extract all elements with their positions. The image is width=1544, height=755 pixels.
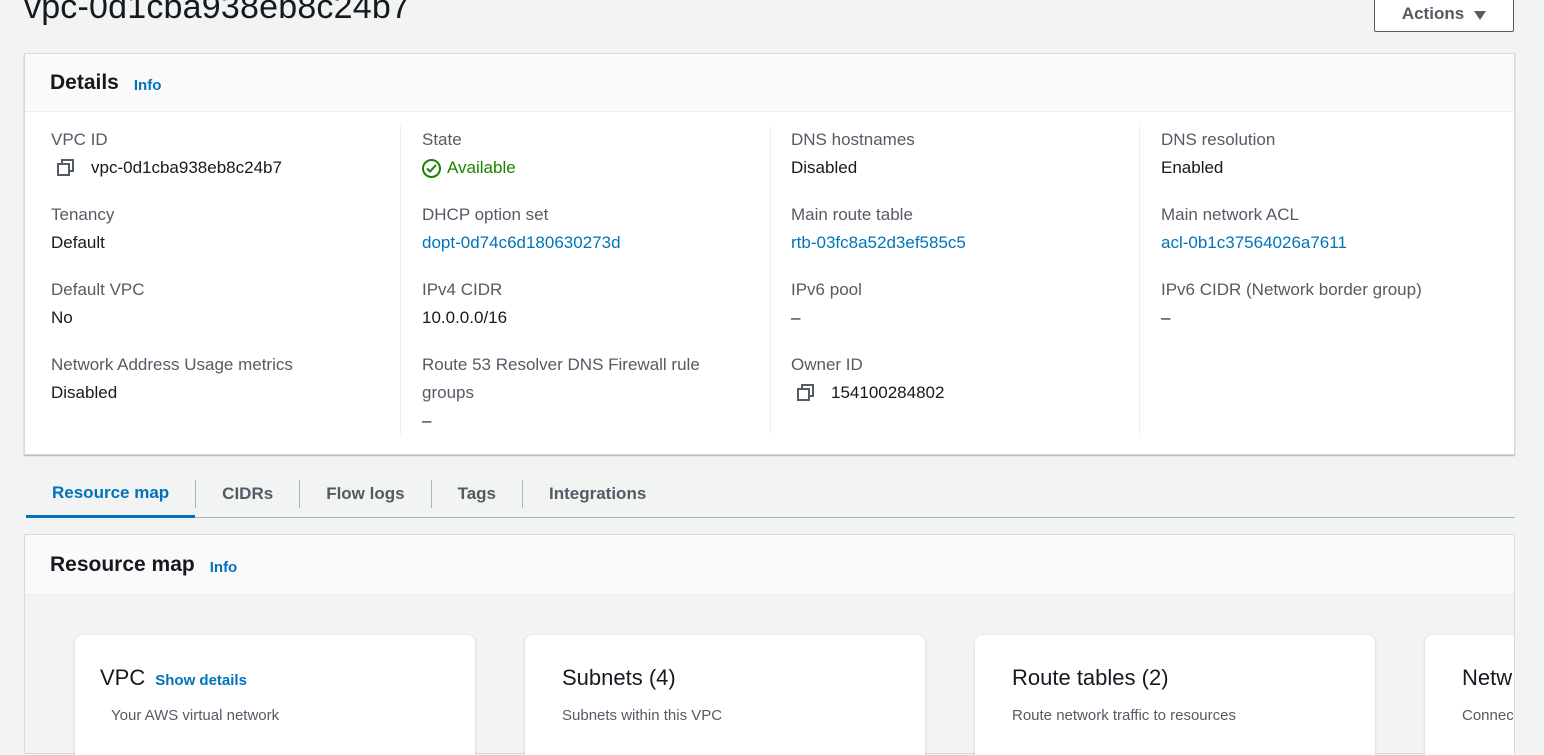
field-value: – <box>422 411 432 430</box>
field-label: Owner ID <box>791 355 863 374</box>
dhcp-option-set-link[interactable]: dopt-0d74c6d180630273d <box>422 229 752 257</box>
tab-flow-logs[interactable]: Flow logs <box>300 470 430 517</box>
details-panel: Details Info VPC ID vpc-0d1cba938eb8c24b… <box>24 53 1515 455</box>
field-value: vpc-0d1cba938eb8c24b7 <box>51 154 381 182</box>
node-subtitle: Route network traffic to resources <box>1012 707 1236 724</box>
subnets-node: Subnets (4) Subnets within this VPC <box>525 635 925 755</box>
field-value: Disabled <box>791 158 858 177</box>
node-title: VPC Show details <box>100 665 247 691</box>
field-tenancy: Tenancy Default <box>51 201 381 257</box>
field-label: IPv4 CIDR <box>422 280 503 299</box>
column-divider <box>770 126 771 434</box>
field-network-address-usage: Network Address Usage metrics Disabled <box>51 351 381 407</box>
column-divider <box>400 126 401 434</box>
tab-resource-map[interactable]: Resource map <box>26 470 196 518</box>
copy-icon[interactable] <box>56 158 76 178</box>
tab-integrations[interactable]: Integrations <box>523 470 672 517</box>
node-subtitle: Subnets within this VPC <box>562 707 723 724</box>
field-main-route-table: Main route table rtb-03fc8a52d3ef585c5 <box>791 201 1121 257</box>
field-label: Tenancy <box>51 205 115 224</box>
resource-map-panel: Resource map Info VPC Show details Your … <box>24 534 1515 755</box>
field-value: 154100284802 <box>791 379 1121 407</box>
column-divider <box>1139 126 1140 434</box>
field-value: – <box>791 308 801 327</box>
field-label: DHCP option set <box>422 205 549 224</box>
main-network-acl-link[interactable]: acl-0b1c37564026a7611 <box>1161 229 1491 257</box>
field-label: DNS hostnames <box>791 130 915 149</box>
field-owner-id: Owner ID 154100284802 <box>791 351 1121 407</box>
network-connections-node: Netw Connect <box>1425 635 1514 755</box>
actions-button[interactable]: Actions <box>1374 0 1514 32</box>
field-label: Route 53 Resolver DNS Firewall rule grou… <box>422 355 700 402</box>
tab-tags[interactable]: Tags <box>432 470 522 517</box>
node-title-text: VPC <box>100 665 146 690</box>
field-label: Default VPC <box>51 280 145 299</box>
field-state: State Available <box>422 126 752 182</box>
show-details-link[interactable]: Show details <box>155 672 247 689</box>
node-title: Route tables (2) <box>1012 665 1169 691</box>
field-value: No <box>51 308 73 327</box>
node-title-text: Route tables (2) <box>1012 665 1169 690</box>
resource-map-info-link[interactable]: Info <box>210 559 238 576</box>
field-value: Available <box>422 154 752 182</box>
field-dns-resolution: DNS resolution Enabled <box>1161 126 1491 182</box>
field-ipv4-cidr: IPv4 CIDR 10.0.0.0/16 <box>422 276 752 332</box>
field-vpc-id: VPC ID vpc-0d1cba938eb8c24b7 <box>51 126 381 182</box>
details-title: Details <box>50 70 119 94</box>
resource-map-canvas: VPC Show details Your AWS virtual networ… <box>25 595 1514 755</box>
field-ipv6-cidr: IPv6 CIDR (Network border group) – <box>1161 276 1491 332</box>
field-value: Default <box>51 233 105 252</box>
field-main-network-acl: Main network ACL acl-0b1c37564026a7611 <box>1161 201 1491 257</box>
field-label: IPv6 pool <box>791 280 862 299</box>
node-title: Netw <box>1462 665 1512 691</box>
page-title: vpc-0d1cba938eb8c24b7 <box>24 0 411 26</box>
state-value: Available <box>447 158 516 177</box>
field-label: Main route table <box>791 205 913 224</box>
field-label: IPv6 CIDR (Network border group) <box>1161 280 1422 299</box>
field-label: DNS resolution <box>1161 130 1276 149</box>
vpc-node: VPC Show details Your AWS virtual networ… <box>75 635 475 755</box>
field-dns-hostnames: DNS hostnames Disabled <box>791 126 1121 182</box>
vpc-id-value: vpc-0d1cba938eb8c24b7 <box>91 158 282 177</box>
field-label: VPC ID <box>51 130 108 149</box>
field-value: Enabled <box>1161 158 1224 177</box>
field-label: Main network ACL <box>1161 205 1299 224</box>
actions-button-label: Actions <box>1401 4 1465 23</box>
copy-icon[interactable] <box>796 383 816 403</box>
node-title-text: Subnets (4) <box>562 665 676 690</box>
check-circle-icon <box>422 158 441 178</box>
node-title: Subnets (4) <box>562 665 676 691</box>
field-value: – <box>1161 308 1171 327</box>
field-dhcp-option-set: DHCP option set dopt-0d74c6d180630273d <box>422 201 752 257</box>
resource-map-title: Resource map <box>50 552 195 576</box>
details-info-link[interactable]: Info <box>134 77 162 94</box>
field-route53-firewall: Route 53 Resolver DNS Firewall rule grou… <box>422 351 752 435</box>
node-subtitle: Your AWS virtual network <box>111 707 280 724</box>
tab-bar: Resource map CIDRs Flow logs Tags Integr… <box>26 470 1515 518</box>
details-columns: VPC ID vpc-0d1cba938eb8c24b7 Tenancy Def… <box>25 112 1514 434</box>
field-value: Disabled <box>51 383 118 402</box>
field-value: 10.0.0.0/16 <box>422 308 508 327</box>
field-ipv6-pool: IPv6 pool – <box>791 276 1121 332</box>
field-label: Network Address Usage metrics <box>51 355 293 374</box>
resource-map-header: Resource map Info <box>25 535 1514 595</box>
main-route-table-link[interactable]: rtb-03fc8a52d3ef585c5 <box>791 229 1121 257</box>
tab-cidrs[interactable]: CIDRs <box>196 470 299 517</box>
field-label: State <box>422 130 462 149</box>
field-default-vpc: Default VPC No <box>51 276 381 332</box>
node-subtitle: Connect <box>1462 707 1514 724</box>
caret-down-icon <box>1474 10 1487 20</box>
owner-id-value: 154100284802 <box>831 383 945 402</box>
node-title-text: Netw <box>1462 665 1513 690</box>
route-tables-node: Route tables (2) Route network traffic t… <box>975 635 1375 755</box>
details-header: Details Info <box>25 54 1514 112</box>
